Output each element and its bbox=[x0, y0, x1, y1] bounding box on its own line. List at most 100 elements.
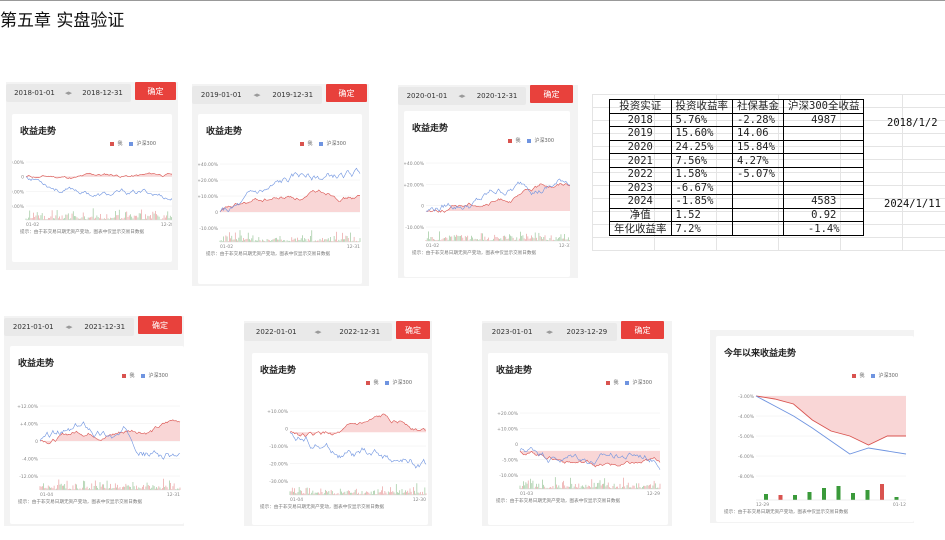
volume-bar bbox=[353, 236, 355, 242]
table-cell: 2020 bbox=[609, 139, 672, 155]
end-date[interactable]: 2021-12-31 bbox=[78, 323, 131, 331]
volume-bar bbox=[377, 489, 379, 495]
volume-bar bbox=[113, 487, 115, 490]
volume-bar bbox=[314, 492, 316, 495]
volume-bar bbox=[55, 215, 57, 220]
volume-bar bbox=[401, 489, 403, 495]
confirm-button[interactable]: 确定 bbox=[138, 316, 182, 334]
end-date[interactable]: 2023-12-29 bbox=[561, 328, 614, 336]
volume-bar bbox=[571, 483, 573, 489]
date-range[interactable]: 2021-01-01 ◂▸ 2021-12-31 bbox=[4, 318, 134, 336]
volume-bar bbox=[398, 492, 399, 495]
confirm-button[interactable]: 确定 bbox=[135, 82, 176, 100]
volume-bar bbox=[279, 236, 281, 242]
chart-panel: 今年以来收益走势我沪深300 -3.00% -4.00% -5.00% -6.00% -8… bbox=[710, 330, 914, 523]
start-date[interactable]: 2019-01-01 bbox=[195, 91, 248, 99]
volume-bar bbox=[518, 238, 520, 241]
confirm-button[interactable]: 确定 bbox=[326, 84, 367, 102]
table-row: 2018 5.76% -2.28% 4987 bbox=[609, 112, 865, 128]
volume-bar bbox=[532, 480, 534, 489]
start-date[interactable]: 2023-01-01 bbox=[486, 328, 539, 336]
volume-bar bbox=[544, 486, 546, 489]
volume-bar bbox=[243, 237, 244, 242]
volume-bar bbox=[543, 237, 545, 241]
y-tick-label: -6.00% bbox=[738, 454, 755, 460]
volume-bar bbox=[276, 237, 277, 242]
volume-bar bbox=[403, 492, 405, 495]
start-date[interactable]: 2021-01-01 bbox=[7, 323, 60, 331]
volume-bar bbox=[100, 213, 101, 220]
volume-bar bbox=[654, 483, 656, 489]
volume-bar bbox=[576, 487, 577, 489]
range-arrow-icon: ◂▸ bbox=[314, 328, 322, 336]
volume-bar bbox=[573, 486, 575, 489]
volume-bar bbox=[431, 236, 433, 241]
volume-bar bbox=[486, 239, 488, 241]
end-date[interactable]: 2020-12-31 bbox=[471, 92, 524, 100]
volume-bar bbox=[370, 491, 372, 495]
table-cell bbox=[782, 166, 865, 182]
y-tick-label: +12.00% bbox=[17, 404, 39, 410]
chart-panel: 2023-01-01 ◂▸ 2023-12-29 确定 收益走势我沪深300 +20.00… bbox=[482, 321, 672, 526]
date-range[interactable]: 2018-01-01 ◂▸ 2018-12-31 bbox=[6, 84, 131, 102]
volume-bar bbox=[158, 216, 160, 220]
volume-bar bbox=[378, 492, 380, 495]
volume-bar bbox=[274, 238, 276, 242]
volume-bar bbox=[35, 215, 37, 220]
volume-bar bbox=[647, 485, 649, 489]
volume-bar bbox=[636, 483, 637, 489]
volume-bar bbox=[633, 485, 635, 489]
volume-bar bbox=[245, 239, 247, 242]
volume-bar bbox=[72, 211, 74, 220]
volume-bar bbox=[578, 483, 580, 489]
x-tick-label: 01-03 bbox=[520, 491, 533, 497]
volume-bar bbox=[500, 238, 502, 241]
volume-bar bbox=[556, 484, 557, 489]
table-cell bbox=[732, 194, 784, 209]
end-date[interactable]: 2022-12-31 bbox=[333, 328, 386, 336]
volume-bar bbox=[166, 215, 167, 220]
confirm-button[interactable]: 确定 bbox=[396, 321, 430, 339]
table-cell: 2019 bbox=[609, 126, 672, 141]
chart-panel: 2018-01-01◂▸2018-12-31确定收益走势我沪深300+10.00… bbox=[6, 82, 178, 270]
volume-bar bbox=[392, 491, 394, 495]
confirm-button[interactable]: 确定 bbox=[621, 321, 664, 339]
volume-bar bbox=[558, 485, 560, 489]
volume-bar bbox=[151, 487, 153, 490]
volume-bar bbox=[136, 215, 138, 220]
volume-bar bbox=[170, 482, 171, 490]
date-range[interactable]: 2019-01-01 ◂▸ 2019-12-31 bbox=[192, 86, 322, 104]
y-tick-label: -10.00% bbox=[199, 226, 219, 232]
confirm-button[interactable]: 确定 bbox=[530, 85, 573, 103]
volume-bar bbox=[593, 482, 595, 489]
chart-card: 收益走势我沪深300 +40.00% +20.00% +10.00% 0 -10.00% 0… bbox=[198, 114, 362, 284]
volume-bar bbox=[587, 485, 589, 489]
volume-bar bbox=[366, 491, 367, 495]
volume-bar bbox=[347, 490, 349, 495]
volume-bar bbox=[563, 238, 564, 241]
date-range[interactable]: 2020-01-01 ◂▸ 2020-12-31 bbox=[398, 87, 526, 105]
start-date[interactable]: 2018-01-01 bbox=[8, 89, 61, 97]
start-date[interactable]: 2022-01-01 bbox=[250, 328, 303, 336]
end-date[interactable]: 2019-12-31 bbox=[266, 91, 319, 99]
volume-bar bbox=[45, 487, 47, 490]
volume-bar bbox=[406, 492, 407, 495]
volume-bar bbox=[562, 482, 563, 489]
volume-bar bbox=[311, 230, 313, 242]
date-range[interactable]: 2023-01-01 ◂▸ 2023-12-29 bbox=[482, 323, 617, 341]
volume-bar bbox=[142, 486, 143, 490]
y-tick-label: -5.00% bbox=[738, 434, 755, 440]
end-date[interactable]: 2018-12-31 bbox=[76, 89, 129, 97]
range-arrow-icon: ◂▸ bbox=[458, 92, 466, 100]
y-tick-label: 0 bbox=[21, 175, 24, 181]
volume-bar bbox=[627, 482, 629, 489]
volume-bar bbox=[317, 492, 318, 495]
volume-bar bbox=[555, 237, 557, 241]
volume-bar bbox=[64, 484, 66, 490]
start-date[interactable]: 2020-01-01 bbox=[401, 92, 454, 100]
table-cell bbox=[732, 180, 784, 196]
date-range[interactable]: 2022-01-01 ◂▸ 2022-12-31 bbox=[244, 323, 392, 341]
table-cell: 24.25% bbox=[670, 139, 733, 155]
volume-bar bbox=[28, 217, 29, 220]
volume-bar bbox=[109, 488, 110, 490]
